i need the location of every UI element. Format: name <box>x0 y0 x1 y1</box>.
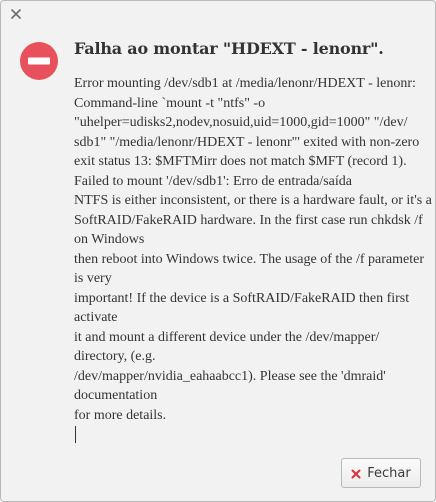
close-x-red-icon <box>351 468 361 479</box>
message-line: activate <box>74 310 118 325</box>
message-line: important! If the device is a SoftRAID/F… <box>74 290 410 306</box>
message-line: SoftRAID/FakeRAID hardware. In the first… <box>74 212 423 228</box>
error-message: Error mounting /dev/sdb1 at /media/lenon… <box>74 74 434 445</box>
message-line: "uhelper=udisks2,nodev,nosuid,uid=1000,g… <box>74 115 408 130</box>
text-caret <box>75 426 76 444</box>
message-line: Command-line `mount -t "ntfs" -o <box>74 95 266 111</box>
close-icon[interactable] <box>9 6 23 20</box>
error-dialog: Falha ao montar "HDEXT - lenonr". Error … <box>0 0 436 502</box>
text-cursor-line <box>74 425 434 445</box>
message-line: for more details. <box>74 407 167 423</box>
error-icon <box>19 41 59 81</box>
close-button-label: Fechar <box>367 465 411 481</box>
message-line: is very <box>74 271 112 286</box>
message-line: on Windows <box>74 232 145 247</box>
close-button[interactable]: Fechar <box>341 458 421 488</box>
dialog-title: Falha ao montar "HDEXT - lenonr". <box>74 39 384 58</box>
message-line: Failed to mount '/dev/sdb1': Erro de ent… <box>74 173 352 189</box>
message-line: then reboot into Windows twice. The usag… <box>74 251 424 267</box>
message-line: it and mount a different device under th… <box>74 329 380 345</box>
titlebar <box>1 1 435 27</box>
message-line: exit status 13: $MFTMirr does not match … <box>74 154 407 169</box>
message-line: directory, (e.g. <box>74 349 156 364</box>
message-line: /dev/mapper/nvidia_eahaabcc1). Please se… <box>74 368 386 384</box>
message-line: Error mounting /dev/sdb1 at /media/lenon… <box>74 76 416 91</box>
message-line: NTFS is either inconsistent, or there is… <box>74 193 432 208</box>
message-line: documentation <box>74 388 158 403</box>
message-line: sdb1" "/media/lenonr/HDEXT - lenonr"' ex… <box>74 134 420 150</box>
